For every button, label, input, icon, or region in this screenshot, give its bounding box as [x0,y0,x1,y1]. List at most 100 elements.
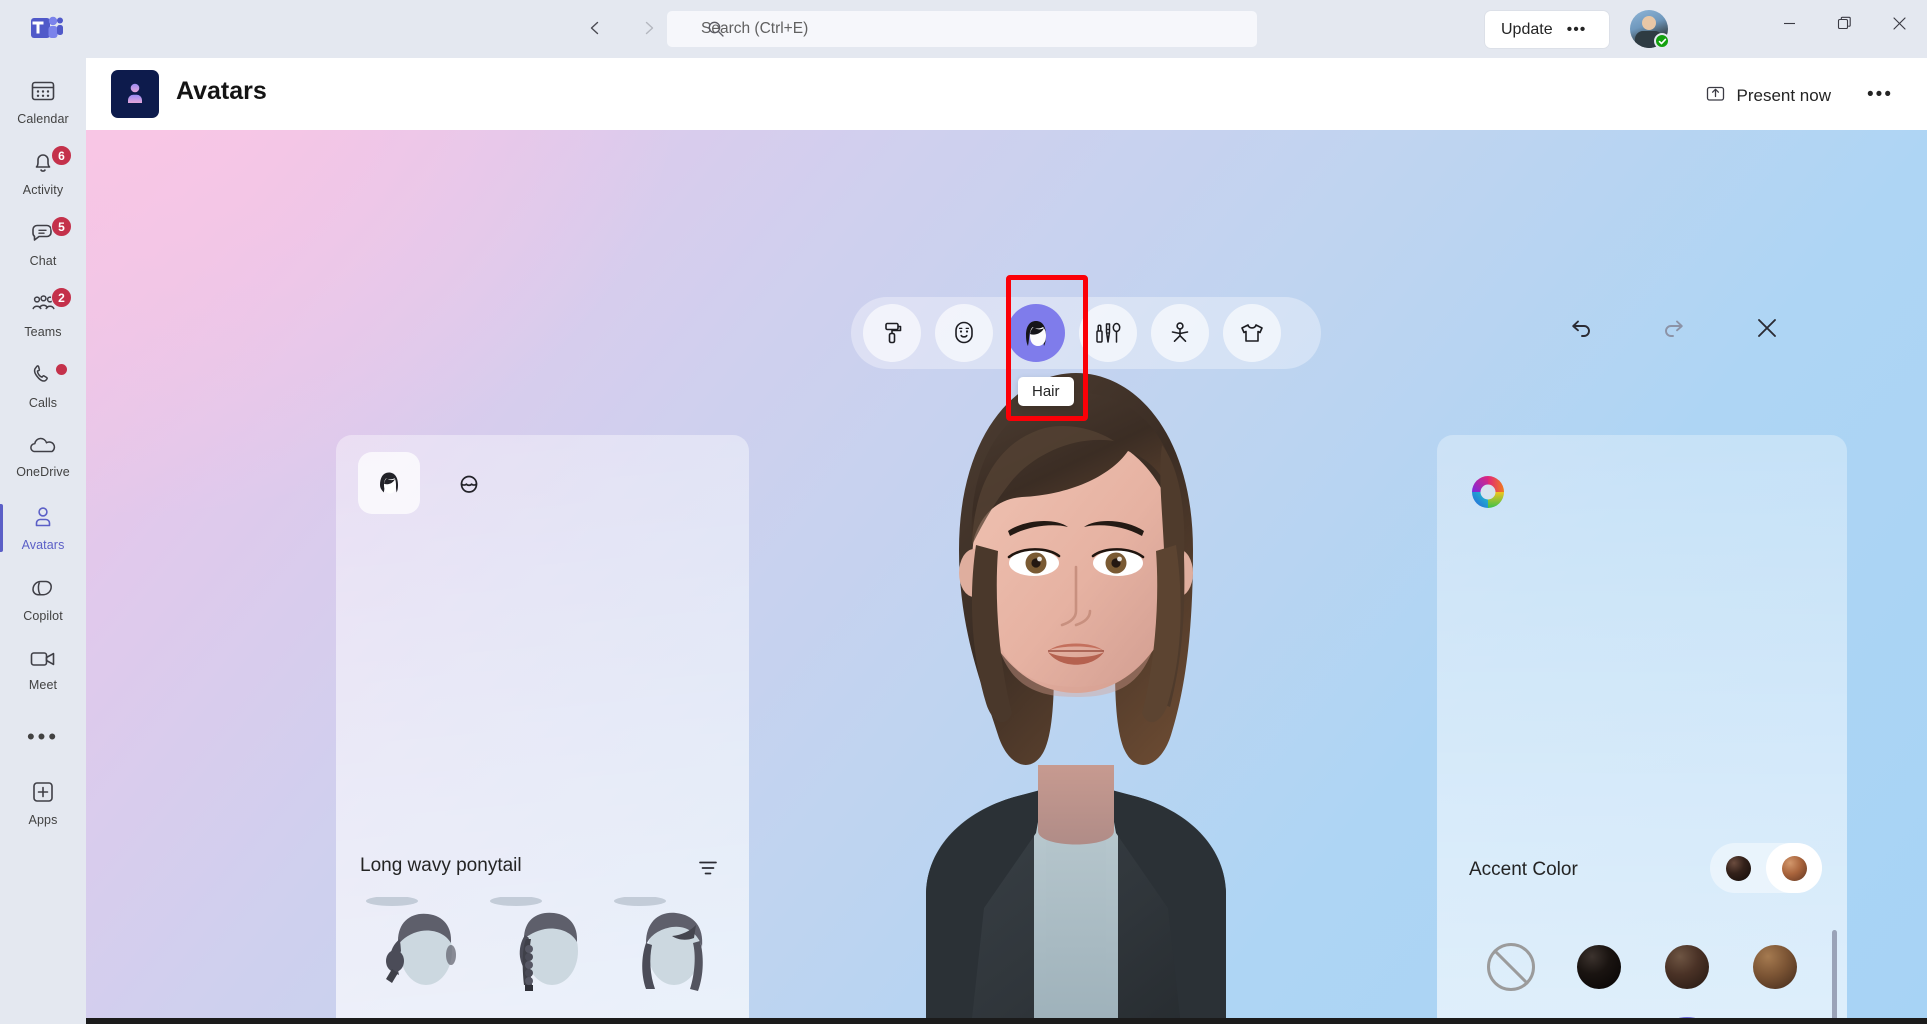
stage-actions [1561,308,1787,348]
window-controls [1762,0,1927,46]
sidebar-item-avatars[interactable]: Avatars [0,492,86,563]
title-bar: Search (Ctrl+E) Update ••• [0,0,1927,58]
avatars-app-icon [111,70,159,118]
video-camera-icon [29,648,57,675]
teams-avatars-window: Search (Ctrl+E) Update ••• Calendar 6 Ac… [0,0,1927,1024]
color-swatch-medium-brown[interactable] [1743,935,1807,999]
color-swatch-dark-brown[interactable] [1655,935,1719,999]
category-toolbar [851,297,1321,369]
update-label: Update [1501,20,1553,38]
sidebar-item-onedrive[interactable]: OneDrive [0,421,86,492]
maximize-button[interactable] [1817,0,1872,46]
sidebar-item-label: Chat [29,253,57,268]
hair-style-item[interactable] [482,1011,606,1018]
app-rail: Calendar 6 Activity 5 Chat 2 Teams Calls… [0,58,86,1024]
close-customizer-button[interactable] [1747,308,1787,348]
selected-style-name: Long wavy ponytail [360,855,522,876]
update-button[interactable]: Update ••• [1485,11,1609,48]
hair-tooltip: Hair [1018,377,1074,406]
copilot-icon [29,575,57,606]
calendar-icon [30,78,56,109]
window-bottom-edge [0,1018,1927,1024]
hair-subtabs [358,452,500,514]
category-button-body-type[interactable] [1151,304,1209,362]
hair-style-item[interactable] [606,1011,730,1018]
search-icon [707,20,725,43]
hair-style-item[interactable] [606,890,730,1011]
hair-style-item[interactable] [482,890,606,1011]
sidebar-item-teams[interactable]: 2 Teams [0,279,86,350]
sidebar-item-label: Apps [28,812,58,827]
sidebar-item-label: Teams [24,324,62,339]
plus-square-icon [30,779,56,810]
sidebar-item-label: Calls [28,395,58,410]
category-button-makeup[interactable] [1079,304,1137,362]
toggle-base-color[interactable] [1710,843,1766,893]
sidebar-item-apps[interactable]: Apps [0,767,86,838]
update-more-icon[interactable]: ••• [1567,22,1587,37]
category-button-hair[interactable] [1007,304,1065,362]
redo-button[interactable] [1654,308,1694,348]
undo-button[interactable] [1561,308,1601,348]
hair-options-panel: Long wavy ponytail [336,435,749,1018]
share-screen-icon [1705,83,1726,109]
hair-style-item[interactable] [358,1011,482,1018]
sidebar-item-label: Meet [28,677,58,692]
minimize-button[interactable] [1762,0,1817,46]
sidebar-item-label: OneDrive [16,464,70,479]
close-button[interactable] [1872,0,1927,46]
accent-color-label: Accent Color [1469,859,1578,880]
color-grid-scrollbar[interactable] [1832,930,1837,1018]
forward-button[interactable] [629,8,669,48]
base-color-swatch [1725,855,1751,881]
sidebar-item-meet[interactable]: Meet [0,634,86,705]
avatar-stage: Hair Long wavy ponytail Accent Color [86,130,1927,1018]
category-button-face[interactable] [935,304,993,362]
category-button-clothing[interactable] [1223,304,1281,362]
present-now-button[interactable]: Present now [1697,79,1840,113]
sidebar-more-button[interactable]: ••• [0,705,86,767]
color-wheel-icon[interactable] [1469,473,1507,511]
hair-style-grid [358,890,730,1018]
sidebar-item-label: Avatars [21,537,65,552]
accent-color-swatch [1781,855,1807,881]
color-options-panel: Accent Color [1437,435,1847,1018]
avatar-preview [776,295,1376,1018]
back-button[interactable] [575,8,615,48]
calls-dot-badge [55,363,68,376]
hair-style-item[interactable] [358,890,482,1011]
sidebar-item-label: Activity [22,182,64,197]
search-input[interactable]: Search (Ctrl+E) [667,11,1257,47]
color-swatch-grid [1467,925,1797,1018]
sidebar-item-calls[interactable]: Calls [0,350,86,421]
toggle-accent-color[interactable] [1766,843,1822,893]
tab-hairstyle[interactable] [358,452,420,514]
color-target-toggle [1710,843,1822,893]
chat-badge: 5 [51,216,72,237]
sidebar-item-label: Copilot [23,608,63,623]
navigation-arrows [575,8,669,48]
category-button-body-skin[interactable] [863,304,921,362]
sidebar-item-activity[interactable]: 6 Activity [0,137,86,208]
sidebar-item-chat[interactable]: 5 Chat [0,208,86,279]
app-header: Avatars Present now ••• [86,58,1927,130]
color-swatch-black[interactable] [1567,935,1631,999]
teams-logo-icon [30,13,64,45]
sidebar-item-label: Calendar [17,111,69,126]
person-icon [30,504,56,535]
presence-available-icon [1654,33,1670,49]
more-dots-icon: ••• [26,723,60,749]
page-title: Avatars [176,77,267,105]
cloud-icon [29,435,57,462]
teams-badge: 2 [51,287,72,308]
phone-icon [30,362,56,393]
activity-badge: 6 [51,145,72,166]
sidebar-item-calendar[interactable]: Calendar [0,66,86,137]
avatar-head [1642,16,1656,30]
sidebar-item-copilot[interactable]: Copilot [0,563,86,634]
tab-facial-hair[interactable] [438,452,500,514]
color-swatch-none[interactable] [1479,935,1543,999]
no-color-icon [1487,943,1535,991]
filter-icon[interactable] [693,853,723,883]
app-header-more-button[interactable]: ••• [1863,80,1897,110]
